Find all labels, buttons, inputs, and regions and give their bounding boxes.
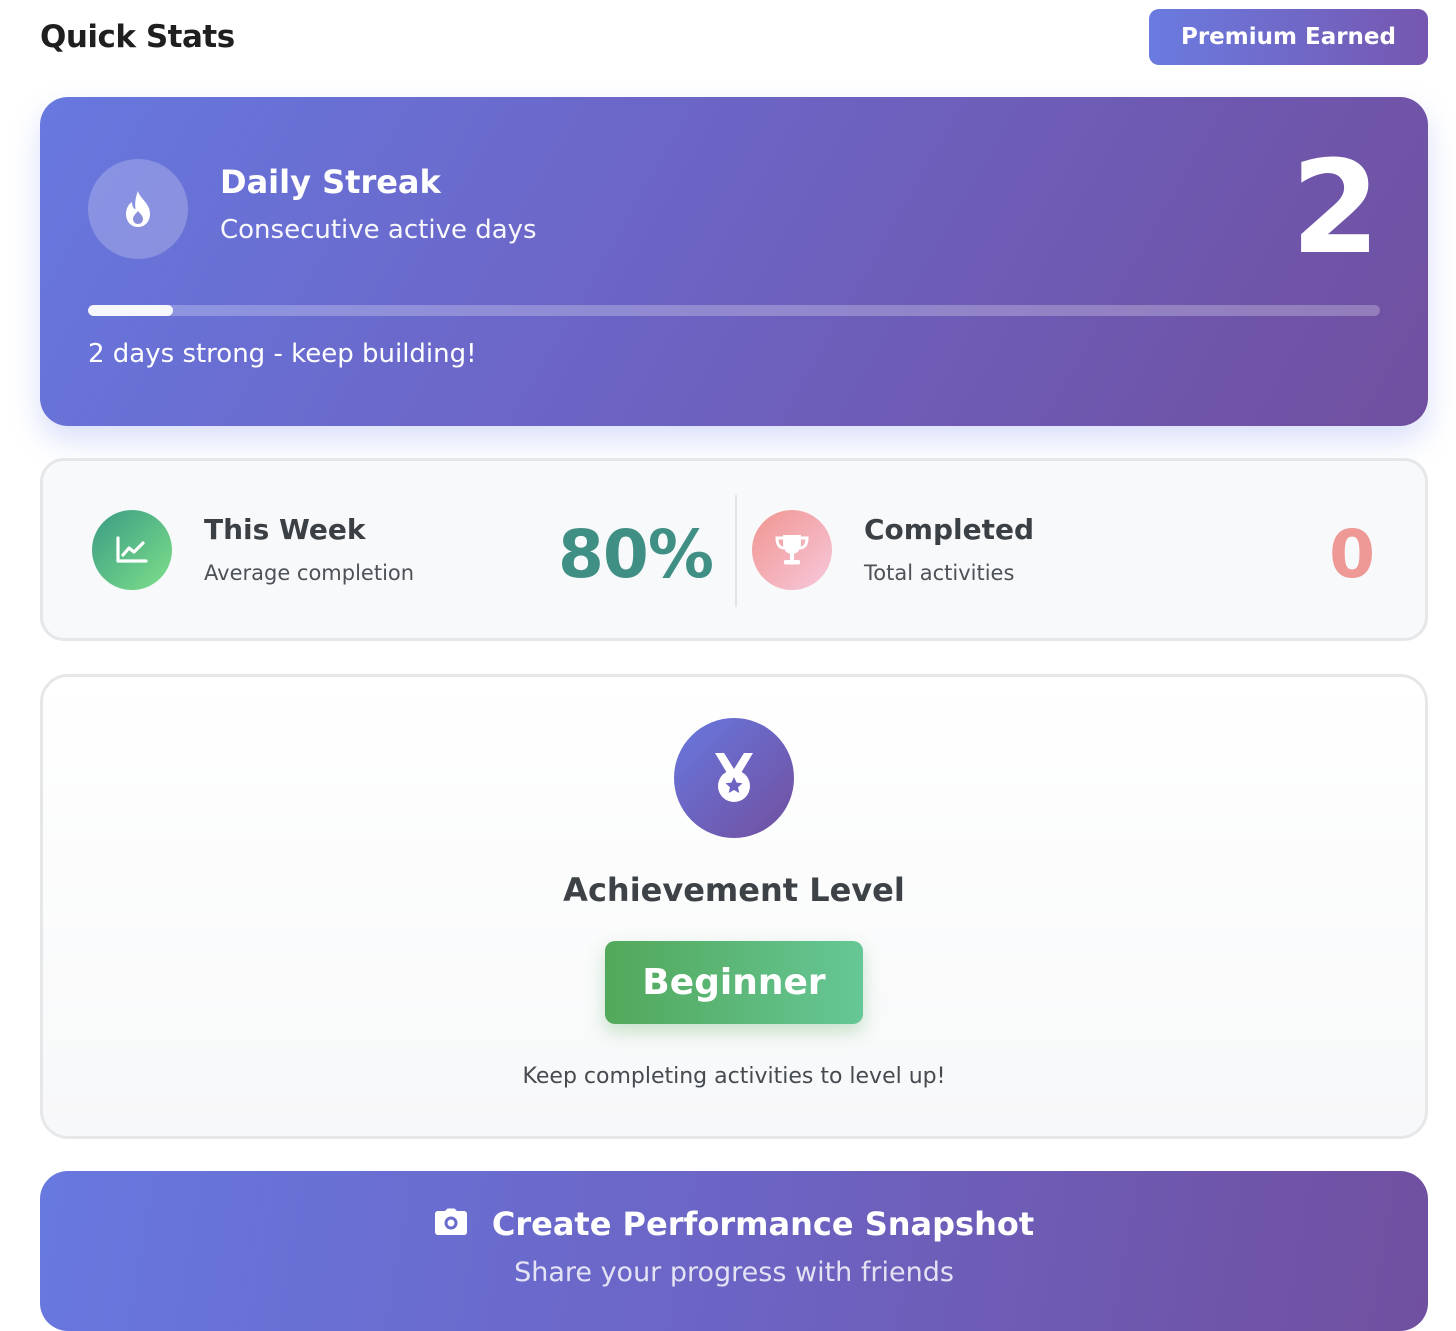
streak-title: Daily Streak	[220, 163, 441, 201]
achievement-card: Achievement Level Beginner Keep completi…	[40, 674, 1428, 1139]
medal-icon	[674, 718, 794, 838]
snapshot-title: Create Performance Snapshot	[491, 1205, 1035, 1243]
stats-divider	[735, 495, 737, 607]
fire-icon	[88, 159, 188, 259]
completed-value: 0	[1329, 516, 1375, 593]
premium-badge[interactable]: Premium Earned	[1148, 9, 1428, 65]
chart-line-icon	[92, 510, 172, 590]
trophy-icon	[752, 510, 832, 590]
streak-progress-bar	[88, 305, 1380, 316]
streak-message: 2 days strong - keep building!	[88, 339, 477, 369]
achievement-title: Achievement Level	[563, 871, 905, 909]
streak-progress-fill	[88, 305, 174, 316]
completed-subtitle: Total activities	[864, 561, 1015, 585]
level-badge: Beginner	[605, 941, 863, 1024]
streak-value: 2	[1290, 134, 1380, 283]
page-title: Quick Stats	[40, 19, 235, 55]
week-value: 80%	[558, 516, 714, 593]
snapshot-title-row: Create Performance Snapshot	[40, 1205, 1428, 1243]
streak-subtitle: Consecutive active days	[220, 215, 537, 245]
weekly-stats-card: This Week Average completion 80% Complet…	[40, 458, 1428, 641]
create-snapshot-button[interactable]: Create Performance Snapshot Share your p…	[40, 1171, 1428, 1331]
camera-icon	[434, 1208, 468, 1240]
achievement-message: Keep completing activities to level up!	[522, 1064, 946, 1089]
daily-streak-card: Daily Streak Consecutive active days 2 2…	[40, 97, 1428, 426]
snapshot-subtitle: Share your progress with friends	[514, 1257, 954, 1288]
completed-title: Completed	[864, 513, 1035, 546]
week-title: This Week	[204, 513, 366, 546]
header: Quick Stats Premium Earned	[40, 9, 1428, 65]
week-subtitle: Average completion	[204, 561, 415, 585]
